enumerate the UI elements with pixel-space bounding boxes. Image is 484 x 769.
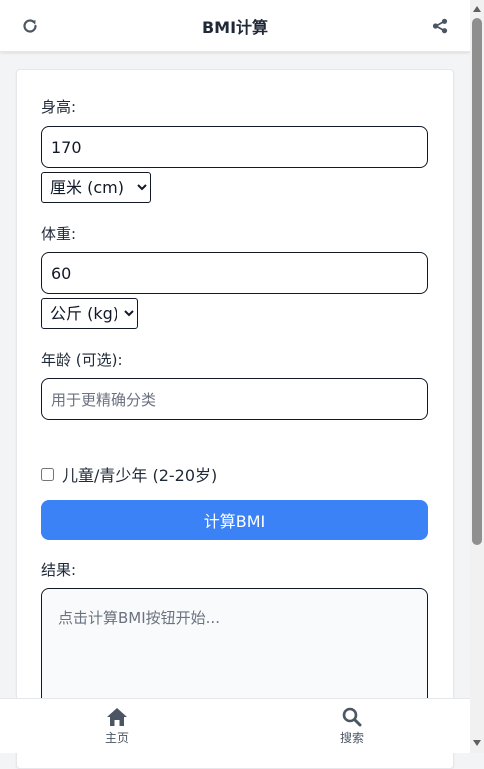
child-checkbox-label: 儿童/青少年 (2-20岁): [62, 466, 218, 485]
search-icon: [342, 707, 362, 727]
height-input[interactable]: [41, 126, 428, 168]
scroll-down-arrow-icon[interactable]: [473, 740, 481, 746]
nav-label-home: 主页: [104, 731, 129, 745]
home-icon: [107, 708, 127, 726]
height-unit-select[interactable]: 厘米 (cm): [41, 172, 151, 203]
weight-unit-select[interactable]: 公斤 (kg): [41, 298, 138, 329]
bottom-nav: 主页 搜索: [0, 698, 470, 753]
result-placeholder: 点击计算BMI按钮开始...: [58, 609, 220, 627]
nav-item-search[interactable]: 搜索: [292, 699, 412, 754]
page-title: BMI计算: [201, 18, 269, 37]
weight-input[interactable]: [41, 252, 428, 294]
child-checkbox[interactable]: [41, 467, 54, 481]
scroll-up-arrow-icon[interactable]: [473, 6, 481, 12]
age-input[interactable]: [41, 378, 428, 420]
height-label: 身高:: [41, 98, 77, 116]
age-label: 年龄 (可选):: [41, 351, 123, 369]
calculate-bmi-button[interactable]: 计算BMI: [41, 500, 428, 540]
weight-label: 体重:: [41, 225, 77, 243]
share-icon[interactable]: [430, 16, 450, 36]
scrollbar-thumb[interactable]: [472, 18, 482, 545]
nav-item-home[interactable]: 主页: [57, 699, 177, 754]
child-checkbox-row[interactable]: 儿童/青少年 (2-20岁): [41, 462, 217, 486]
result-label: 结果:: [41, 561, 77, 579]
top-bar: BMI计算: [0, 0, 470, 52]
nav-label-search: 搜索: [339, 731, 364, 745]
